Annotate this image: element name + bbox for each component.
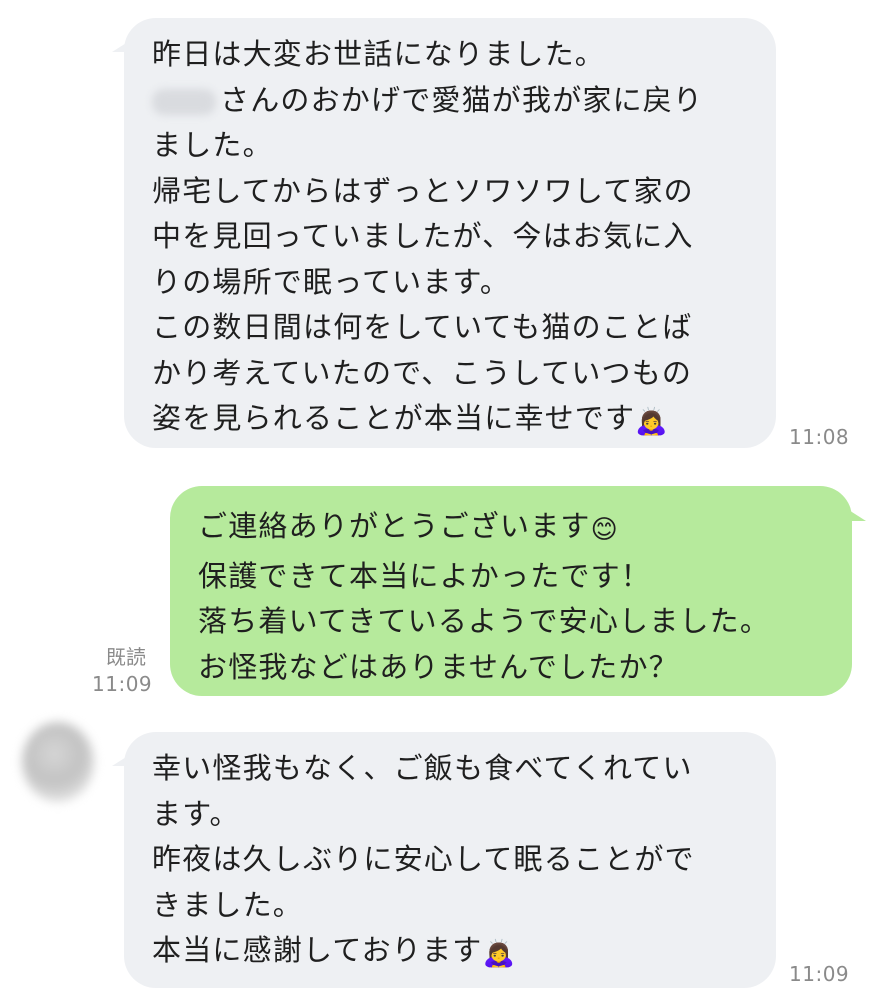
message-time: 11:09 (92, 672, 153, 696)
message-line: さんのおかげで愛猫が我が家に戻り (220, 82, 704, 117)
bowing-woman-emoji-icon: 🙇‍♀️ (635, 407, 669, 437)
message-line: 本当に感謝しております (152, 933, 483, 967)
message-line: 落ち着いてきているようで安心しました。 (198, 604, 771, 638)
message-line: 幸い怪我もなく、ご飯も食べてくれてい (152, 751, 693, 785)
redacted-name (152, 88, 216, 115)
message-line: 姿を見られることが本当に幸せです (152, 401, 636, 435)
message-line: 帰宅してからはずっとソワソワして家の (152, 173, 694, 208)
message-line: ます。 (152, 796, 240, 831)
message-line: ました。 (152, 128, 273, 162)
read-receipt: 既読 (106, 645, 146, 669)
avatar[interactable] (22, 722, 94, 802)
message-line: かり考えていたので、こうしていつもの (152, 355, 693, 390)
smiling-face-emoji-icon: 😊 (590, 515, 619, 545)
message-line: 昨夜は久しぶりに安心して眠ることがで (152, 842, 695, 876)
message-bubble-incoming-2[interactable]: 幸い怪我もなく、ご飯も食べてくれてい ます。 昨夜は久しぶりに安心して眠ることが… (124, 732, 776, 988)
message-line: ご連絡ありがとうございます (198, 509, 591, 543)
message-line: この数日間は何をしていても猫のことば (152, 310, 693, 344)
message-line: お怪我などはありませんでしたか？ (198, 649, 679, 684)
message-line: りの場所で眠っています。 (152, 264, 511, 299)
bubble-tail-outgoing (844, 507, 866, 521)
message-line: 中を見回っていましたが、今はお気に入 (152, 219, 694, 253)
message-time: 11:08 (789, 425, 850, 449)
message-line: 保護できて本当によかったです！ (198, 558, 652, 593)
message-line: きました。 (152, 887, 304, 922)
message-time: 11:09 (789, 962, 850, 986)
message-bubble-incoming-1[interactable]: 昨日は大変お世話になりました。 さんのおかげで愛猫が我が家に戻り ました。 帰宅… (124, 18, 776, 448)
bowing-woman-emoji-icon: 🙇‍♀️ (482, 939, 517, 969)
message-bubble-outgoing[interactable]: ご連絡ありがとうございます😊 保護できて本当によかったです！ 落ち着いてきている… (170, 486, 852, 696)
message-line: 昨日は大変お世話になりました。 (152, 37, 606, 71)
